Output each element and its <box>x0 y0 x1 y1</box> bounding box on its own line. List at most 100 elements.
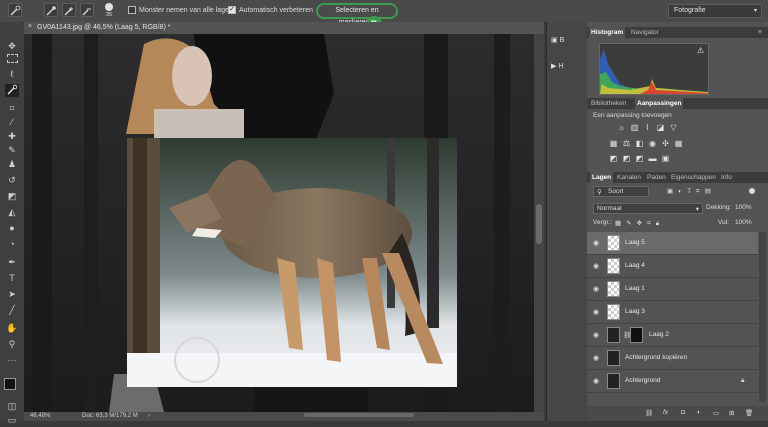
sample-all-layers-option[interactable]: Monster nemen van alle lagen <box>128 4 233 18</box>
posterize-icon[interactable]: ◩ <box>622 154 631 163</box>
tab-channels[interactable]: Kanalen <box>617 172 641 183</box>
add-mask-icon[interactable]: ◘ <box>681 409 685 416</box>
layer-row[interactable]: ◉ Laag 1 <box>587 278 758 301</box>
tab-paths[interactable]: Paden <box>647 172 666 183</box>
hand-tool-icon[interactable]: ✋ <box>5 322 19 335</box>
quick-mask-icon[interactable]: ◫ <box>5 400 19 413</box>
pen-tool-icon[interactable]: ✒ <box>5 256 19 269</box>
layers-scrollbar[interactable] <box>759 232 766 402</box>
sample-all-layers-checkbox[interactable] <box>128 6 136 15</box>
layer-filter-icons[interactable]: ▣◐T⌗▤ <box>667 187 716 196</box>
quick-selection-tool-icon[interactable] <box>5 84 19 97</box>
adjustment-layer-icon[interactable]: ◐ <box>697 409 701 416</box>
layer-mask-thumbnail[interactable] <box>630 327 643 343</box>
eraser-tool-icon[interactable]: ◩ <box>5 190 19 203</box>
opacity-value[interactable]: 100% <box>735 204 752 211</box>
warning-icon[interactable]: ⚠ <box>697 46 704 55</box>
blend-mode-select[interactable]: Normaal ▾ <box>593 203 703 214</box>
foreground-color-swatch[interactable] <box>4 378 16 390</box>
fill-value[interactable]: 100% <box>735 219 752 226</box>
color-lookup-icon[interactable]: ▦ <box>674 139 683 148</box>
photo-filter-icon[interactable]: ◉ <box>648 139 657 148</box>
status-menu-arrow-icon[interactable]: › <box>148 412 150 421</box>
brush-size-picker[interactable]: 35 <box>102 2 116 20</box>
black-white-icon[interactable]: ◧ <box>635 139 644 148</box>
type-tool-icon[interactable]: T <box>5 272 19 285</box>
hue-saturation-icon[interactable]: ▦ <box>609 139 618 148</box>
line-tool-icon[interactable]: ╱ <box>5 304 19 317</box>
brush-tool-icon[interactable]: ✎ <box>5 144 19 157</box>
clone-stamp-tool-icon[interactable]: ♟ <box>5 158 19 171</box>
paint-bucket-tool-icon[interactable]: ◭ <box>5 206 19 219</box>
layer-row[interactable]: ◉ Laag 4 <box>587 255 758 278</box>
gradient-map-icon[interactable]: ▬ <box>648 154 657 163</box>
tab-libraries[interactable]: Bibliotheken <box>591 98 626 109</box>
layer-row[interactable]: ◉ Laag 3 <box>587 301 758 324</box>
curves-icon[interactable]: ⌇ <box>643 123 652 132</box>
actions-panel-button[interactable]: ▶ H <box>551 62 563 70</box>
tab-properties[interactable]: Eigenschappen <box>671 172 716 183</box>
visibility-eye-icon[interactable]: ◉ <box>593 239 599 247</box>
layer-filter-select[interactable]: ⚲ Soort <box>593 186 649 197</box>
visibility-eye-icon[interactable]: ◉ <box>593 285 599 293</box>
color-balance-icon[interactable]: ⚖ <box>622 139 631 148</box>
eyedropper-tool-icon[interactable]: ⁄ <box>5 116 19 129</box>
layer-row[interactable]: ◉ Achtergrond kopiëren <box>587 347 758 370</box>
visibility-eye-icon[interactable]: ◉ <box>593 262 599 270</box>
subtract-from-selection-icon[interactable] <box>80 3 94 17</box>
move-tool-icon[interactable]: ✥ <box>5 40 19 53</box>
vibrance-icon[interactable]: ▽ <box>669 123 678 132</box>
visibility-eye-icon[interactable]: ◉ <box>593 331 599 339</box>
brightness-contrast-icon[interactable]: ☼ <box>617 123 626 132</box>
zoom-level[interactable]: 46,48% <box>30 412 50 421</box>
channel-mixer-icon[interactable]: ✣ <box>661 139 670 148</box>
levels-icon[interactable]: ▥ <box>630 123 639 132</box>
path-selection-tool-icon[interactable]: ➤ <box>5 288 19 301</box>
history-brush-tool-icon[interactable]: ↺ <box>5 174 19 187</box>
new-layer-icon[interactable]: ⊞ <box>729 409 734 417</box>
threshold-icon[interactable]: ◩ <box>635 154 644 163</box>
delete-layer-icon[interactable]: 🗑︎ <box>745 409 753 417</box>
history-panel-button[interactable]: ▣ B <box>551 36 564 44</box>
auto-enhance-option[interactable]: ✓ Automatisch verbeteren <box>228 4 313 18</box>
zoom-tool-icon[interactable]: ⚲ <box>5 338 19 351</box>
tab-histogram[interactable]: Histogram <box>589 27 626 38</box>
link-layers-icon[interactable]: ⛓︎ <box>645 409 653 417</box>
more-tools-icon[interactable]: ··· <box>5 354 19 367</box>
blur-tool-icon[interactable]: ● <box>5 222 19 235</box>
close-tab-icon[interactable]: × <box>28 23 32 30</box>
quick-selection-preset-icon[interactable] <box>8 3 22 17</box>
tab-info[interactable]: Info <box>721 172 732 183</box>
layer-row[interactable]: ◉ ⛓︎ Laag 2 <box>587 324 758 347</box>
vertical-scrollbar[interactable] <box>534 34 544 412</box>
invert-icon[interactable]: ◩ <box>609 154 618 163</box>
lasso-tool-icon[interactable]: ℓ <box>5 68 19 81</box>
panel-menu-icon[interactable]: ≡ <box>758 27 762 38</box>
visibility-eye-icon[interactable]: ◉ <box>593 308 599 316</box>
selective-color-icon[interactable]: ▣ <box>661 154 670 163</box>
workspace-switcher[interactable]: Fotografie ▾ <box>668 4 762 18</box>
horizontal-scroll-thumb[interactable] <box>304 413 414 417</box>
auto-enhance-checkbox[interactable]: ✓ <box>228 6 236 15</box>
canvas[interactable] <box>24 34 534 412</box>
exposure-icon[interactable]: ◪ <box>656 123 665 132</box>
select-and-mask-button[interactable]: Selecteren en maskeren... <box>316 3 398 26</box>
dodge-tool-icon[interactable]: ◔ <box>5 238 19 251</box>
lock-icons[interactable]: ▦✎✥⌗🔒︎ <box>615 219 664 228</box>
layer-row[interactable]: ◉ Laag 5 <box>587 232 758 255</box>
horizontal-scrollbar[interactable] <box>154 412 534 418</box>
visibility-eye-icon[interactable]: ◉ <box>593 377 599 385</box>
tab-adjustments[interactable]: Aanpassingen <box>635 98 684 109</box>
healing-brush-tool-icon[interactable]: ✚ <box>5 130 19 143</box>
visibility-eye-icon[interactable]: ◉ <box>593 354 599 362</box>
vertical-scroll-thumb[interactable] <box>536 204 542 244</box>
crop-tool-icon[interactable]: ⌗ <box>5 102 19 115</box>
layer-row[interactable]: ◉ Achtergrond 🔒︎ <box>587 370 758 393</box>
filter-toggle-icon[interactable] <box>749 188 755 194</box>
new-group-icon[interactable]: ▭ <box>713 409 719 417</box>
tab-navigator[interactable]: Navigator <box>631 27 659 38</box>
new-selection-icon[interactable] <box>44 3 58 17</box>
layer-style-icon[interactable]: fx <box>663 409 668 416</box>
add-to-selection-icon[interactable] <box>62 3 76 17</box>
marquee-tool-icon[interactable] <box>5 54 19 67</box>
